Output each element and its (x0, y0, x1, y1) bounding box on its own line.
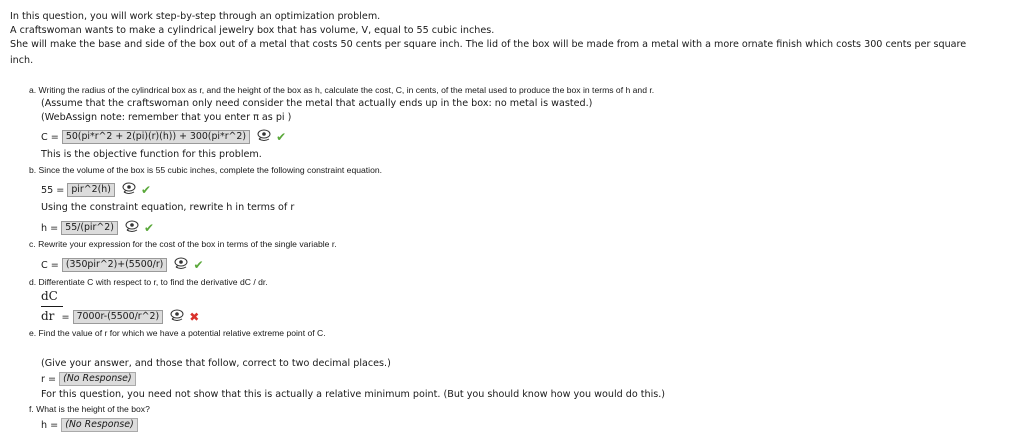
part-e-lhs: r = (41, 374, 57, 385)
preview-eye-icon[interactable] (121, 182, 137, 197)
part-f-answer-row: h = (No Response) (41, 418, 138, 432)
part-f-answer-field[interactable]: (No Response) (61, 418, 138, 432)
part-a-note-2: (WebAssign note: remember that you enter… (41, 112, 292, 123)
part-e-prompt: e. Find the value of r for which we have… (29, 328, 326, 338)
question-page: In this question, you will work step-by-… (0, 0, 1024, 444)
part-e-answer-field[interactable]: (No Response) (59, 372, 136, 386)
preview-eye-icon[interactable] (173, 257, 189, 272)
correct-check-icon: ✔ (144, 221, 155, 235)
part-c-answer-field[interactable]: (350pir^2)+(5500/r) (61, 258, 168, 272)
part-b-answer-row: 55 = pir^2(h) ✔ (41, 182, 152, 197)
part-e-note: (Give your answer, and those that follow… (41, 358, 391, 369)
part-a-after: This is the objective function for this … (41, 149, 262, 160)
preview-eye-icon[interactable] (169, 309, 185, 324)
intro-line-1: In this question, you will work step-by-… (10, 11, 381, 22)
correct-check-icon: ✔ (140, 183, 152, 197)
part-b-answer-field-2[interactable]: 55/(pir^2) (61, 221, 118, 235)
part-b-after: Using the constraint equation, rewrite h… (41, 202, 295, 213)
part-d-eq: = (61, 312, 70, 323)
correct-check-icon: ✔ (276, 130, 287, 144)
incorrect-x-icon: ✖ (189, 310, 200, 324)
part-a-lhs: C = (41, 132, 59, 143)
part-a-answer-field[interactable]: 50(pi*r^2 + 2(pi)(r)(h)) + 300(pi*r^2) (61, 130, 251, 144)
part-a-note-1: (Assume that the craftswoman only need c… (41, 98, 593, 109)
part-a-answer-row: C = 50(pi*r^2 + 2(pi)(r)(h)) + 300(pi*r^… (41, 129, 287, 144)
part-b-lhs-2: h = (41, 223, 59, 234)
derivative-denominator: dr (41, 309, 55, 323)
part-a-prompt: a. Writing the radius of the cylindrical… (29, 85, 655, 95)
part-f-lhs: h = (41, 420, 59, 431)
intro-line-3: She will make the base and side of the b… (10, 39, 967, 50)
part-c-lhs: C = (41, 260, 59, 271)
part-e-answer-row: r = (No Response) (41, 372, 136, 386)
part-b-answer-field[interactable]: pir^2(h) (67, 183, 115, 197)
part-e-after: For this question, you need not show tha… (41, 389, 666, 400)
part-d-answer-row: dr = 7000r-(5500/r^2) ✖ (41, 309, 200, 324)
part-c-answer-row: C = (350pir^2)+(5500/r) ✔ (41, 257, 204, 272)
part-d-prompt: d. Differentiate C with respect to r, to… (29, 277, 268, 287)
fraction-bar (41, 306, 63, 307)
intro-line-2: A craftswoman wants to make a cylindrica… (10, 25, 495, 36)
correct-check-icon: ✔ (193, 258, 204, 272)
preview-eye-icon[interactable] (256, 129, 272, 144)
intro-line-4: inch. (10, 55, 34, 66)
derivative-numerator: dC (41, 289, 58, 303)
part-b-lhs: 55 = (41, 185, 65, 196)
part-b-answer-row-2: h = 55/(pir^2) ✔ (41, 220, 155, 235)
part-c-prompt: c. Rewrite your expression for the cost … (29, 239, 337, 249)
part-b-prompt: b. Since the volume of the box is 55 cub… (29, 165, 383, 175)
part-d-answer-field[interactable]: 7000r-(5500/r^2) (72, 310, 164, 324)
part-f-prompt: f. What is the height of the box? (29, 404, 150, 414)
preview-eye-icon[interactable] (124, 220, 140, 235)
